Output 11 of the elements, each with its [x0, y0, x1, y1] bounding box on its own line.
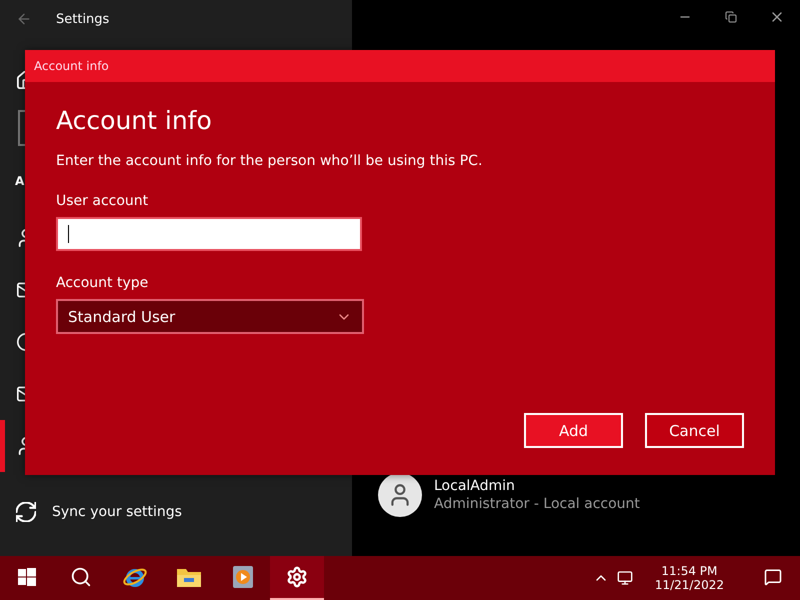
dialog-title: Account info	[34, 59, 109, 73]
account-description: Administrator - Local account	[434, 496, 640, 512]
dialog-heading: Account info	[56, 106, 213, 135]
instructions-text: Enter the account info for the person who’ll be using this PC.	[56, 153, 484, 169]
field-label: Account type	[56, 275, 150, 291]
account-name: LocalAdmin	[434, 478, 516, 494]
clock-time: 11:54 PM	[661, 564, 718, 578]
sidebar-heading: A	[15, 174, 24, 188]
window-title: Settings	[56, 12, 110, 26]
field-label: User account	[56, 193, 150, 209]
clock-date: 11/21/2022	[654, 578, 724, 592]
